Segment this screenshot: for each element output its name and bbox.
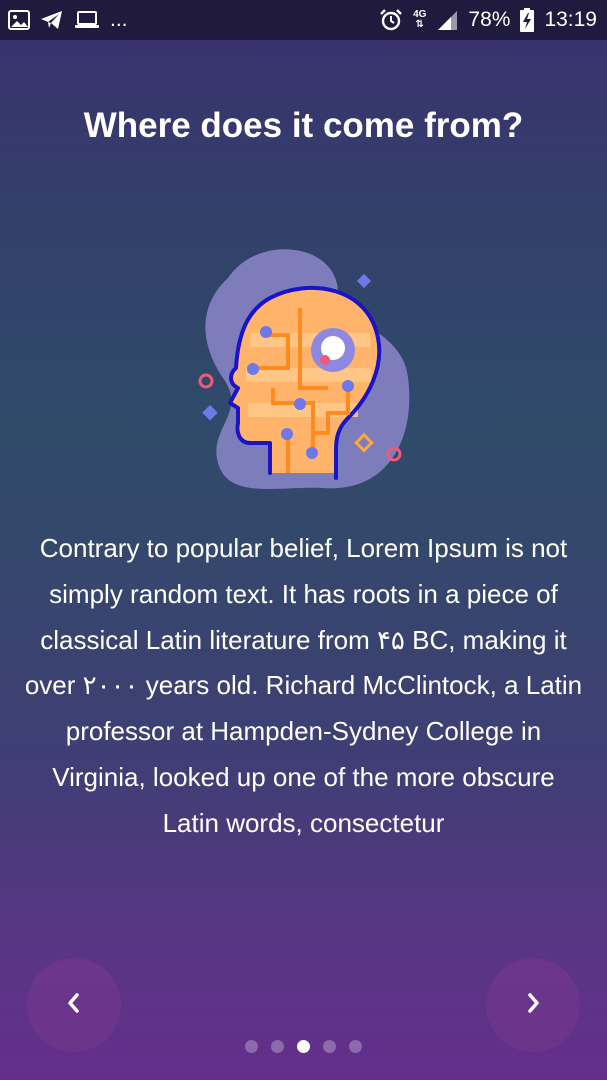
battery-percent: 78% [468,8,511,31]
page-dot[interactable] [297,1040,310,1053]
page-dot[interactable] [323,1040,336,1053]
telegram-icon [40,10,64,30]
battery-charging-icon [520,8,535,32]
page-indicator [0,1040,607,1053]
status-bar: ... 4G ⇅ 78% 13:19 [0,0,607,40]
signal-icon [436,9,458,31]
status-bar-left: ... [8,8,128,32]
page-dot[interactable] [271,1040,284,1053]
image-icon [8,10,30,30]
clock: 13:19 [544,8,597,31]
previous-button[interactable] [27,958,121,1052]
onboarding-title: Where does it come from? [83,106,524,145]
page-dot[interactable] [349,1040,362,1053]
status-bar-right: 4G ⇅ 78% 13:19 [379,8,597,32]
onboarding-description: Contrary to popular belief, Lorem Ipsum … [24,533,583,838]
network-type-label: 4G [413,9,427,20]
page-dot[interactable] [245,1040,258,1053]
next-button[interactable] [486,958,580,1052]
chevron-left-icon [64,991,84,1020]
brain-circuit-head-icon [188,238,422,516]
laptop-icon [74,10,100,30]
alarm-icon [379,8,403,32]
more-notifications-indicator: ... [110,8,128,31]
chevron-right-icon [523,991,543,1020]
network-type-indicator: 4G ⇅ [413,9,427,30]
